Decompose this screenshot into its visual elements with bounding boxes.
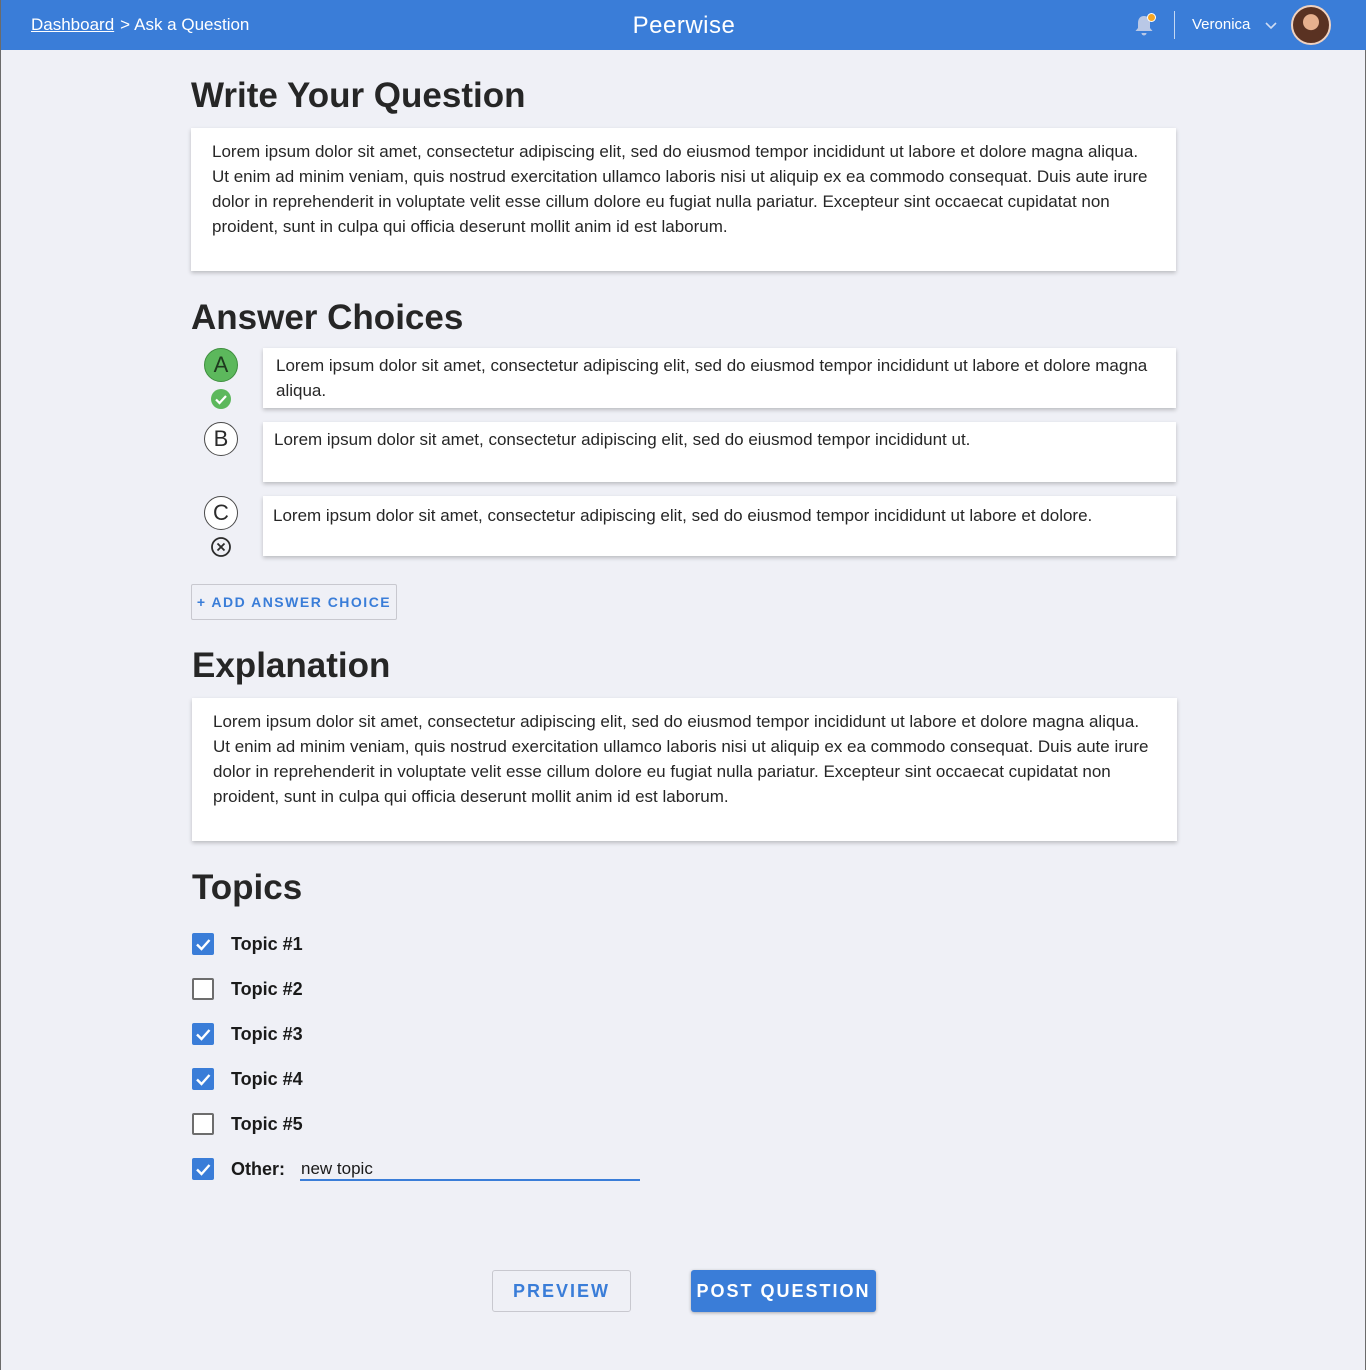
question-text-area[interactable]: Lorem ipsum dolor sit amet, consectetur … [191, 128, 1176, 271]
topic-other-checkbox[interactable] [192, 1158, 214, 1180]
explanation-text-area[interactable]: Lorem ipsum dolor sit amet, consectetur … [192, 698, 1177, 841]
topic-2-label: Topic #2 [231, 978, 303, 999]
add-answer-choice-button[interactable]: + ADD ANSWER CHOICE [191, 584, 397, 620]
chevron-down-icon[interactable] [1264, 18, 1278, 32]
topic-1-checkbox[interactable] [192, 933, 214, 955]
choice-c-text: Lorem ipsum dolor sit amet, consectetur … [273, 506, 1093, 525]
topics-heading: Topics [192, 868, 303, 907]
remove-circle-icon[interactable] [210, 536, 232, 558]
topic-2[interactable]: Topic #2 [192, 978, 303, 1000]
check-icon [196, 1164, 211, 1176]
breadcrumb-separator: > [120, 15, 131, 34]
user-name[interactable]: Veronica [1192, 16, 1250, 33]
topic-4[interactable]: Topic #4 [192, 1068, 303, 1090]
check-icon [196, 1029, 211, 1041]
topic-3-label: Topic #3 [231, 1023, 303, 1044]
topic-4-label: Topic #4 [231, 1068, 303, 1089]
topic-4-checkbox[interactable] [192, 1068, 214, 1090]
check-circle-icon [211, 389, 231, 409]
choice-b-marker[interactable]: B [204, 422, 238, 456]
other-topic-input[interactable] [300, 1158, 640, 1181]
answer-choices-heading: Answer Choices [191, 298, 464, 337]
breadcrumb-current: Ask a Question [134, 15, 250, 34]
question-text: Lorem ipsum dolor sit amet, consectetur … [212, 142, 1148, 236]
breadcrumb-dashboard-link[interactable]: Dashboard [31, 15, 114, 34]
notification-dot [1147, 13, 1156, 22]
check-icon [196, 939, 211, 951]
topic-5-label: Topic #5 [231, 1113, 303, 1134]
choice-a-text: Lorem ipsum dolor sit amet, consectetur … [276, 356, 1148, 400]
topic-1-label: Topic #1 [231, 933, 303, 954]
topic-other[interactable]: Other: [192, 1158, 285, 1180]
top-app-bar: Dashboard > Ask a Question Peerwise Veroni… [1, 0, 1366, 50]
choice-a-marker[interactable]: A [204, 348, 238, 382]
choice-a-text-field[interactable]: Lorem ipsum dolor sit amet, consectetur … [263, 348, 1176, 408]
avatar[interactable] [1291, 5, 1331, 45]
choice-c-text-field[interactable]: Lorem ipsum dolor sit amet, consectetur … [263, 496, 1176, 556]
topic-3-checkbox[interactable] [192, 1023, 214, 1045]
check-icon [196, 1074, 211, 1086]
topic-5[interactable]: Topic #5 [192, 1113, 303, 1135]
explanation-heading: Explanation [192, 646, 391, 685]
post-question-button[interactable]: POST QUESTION [691, 1270, 876, 1312]
topic-3[interactable]: Topic #3 [192, 1023, 303, 1045]
preview-button[interactable]: PREVIEW [492, 1270, 631, 1312]
breadcrumb: Dashboard > Ask a Question [31, 15, 249, 35]
header-divider [1174, 11, 1175, 39]
topic-1[interactable]: Topic #1 [192, 933, 303, 955]
notifications-button[interactable] [1134, 13, 1156, 37]
topic-2-checkbox[interactable] [192, 978, 214, 1000]
explanation-text: Lorem ipsum dolor sit amet, consectetur … [213, 712, 1149, 806]
choice-b-text-field[interactable]: Lorem ipsum dolor sit amet, consectetur … [263, 422, 1176, 482]
choice-c-marker[interactable]: C [204, 496, 238, 530]
topic-5-checkbox[interactable] [192, 1113, 214, 1135]
choice-b-text: Lorem ipsum dolor sit amet, consectetur … [274, 430, 971, 449]
topic-other-label: Other: [231, 1158, 285, 1179]
question-heading: Write Your Question [191, 76, 526, 115]
